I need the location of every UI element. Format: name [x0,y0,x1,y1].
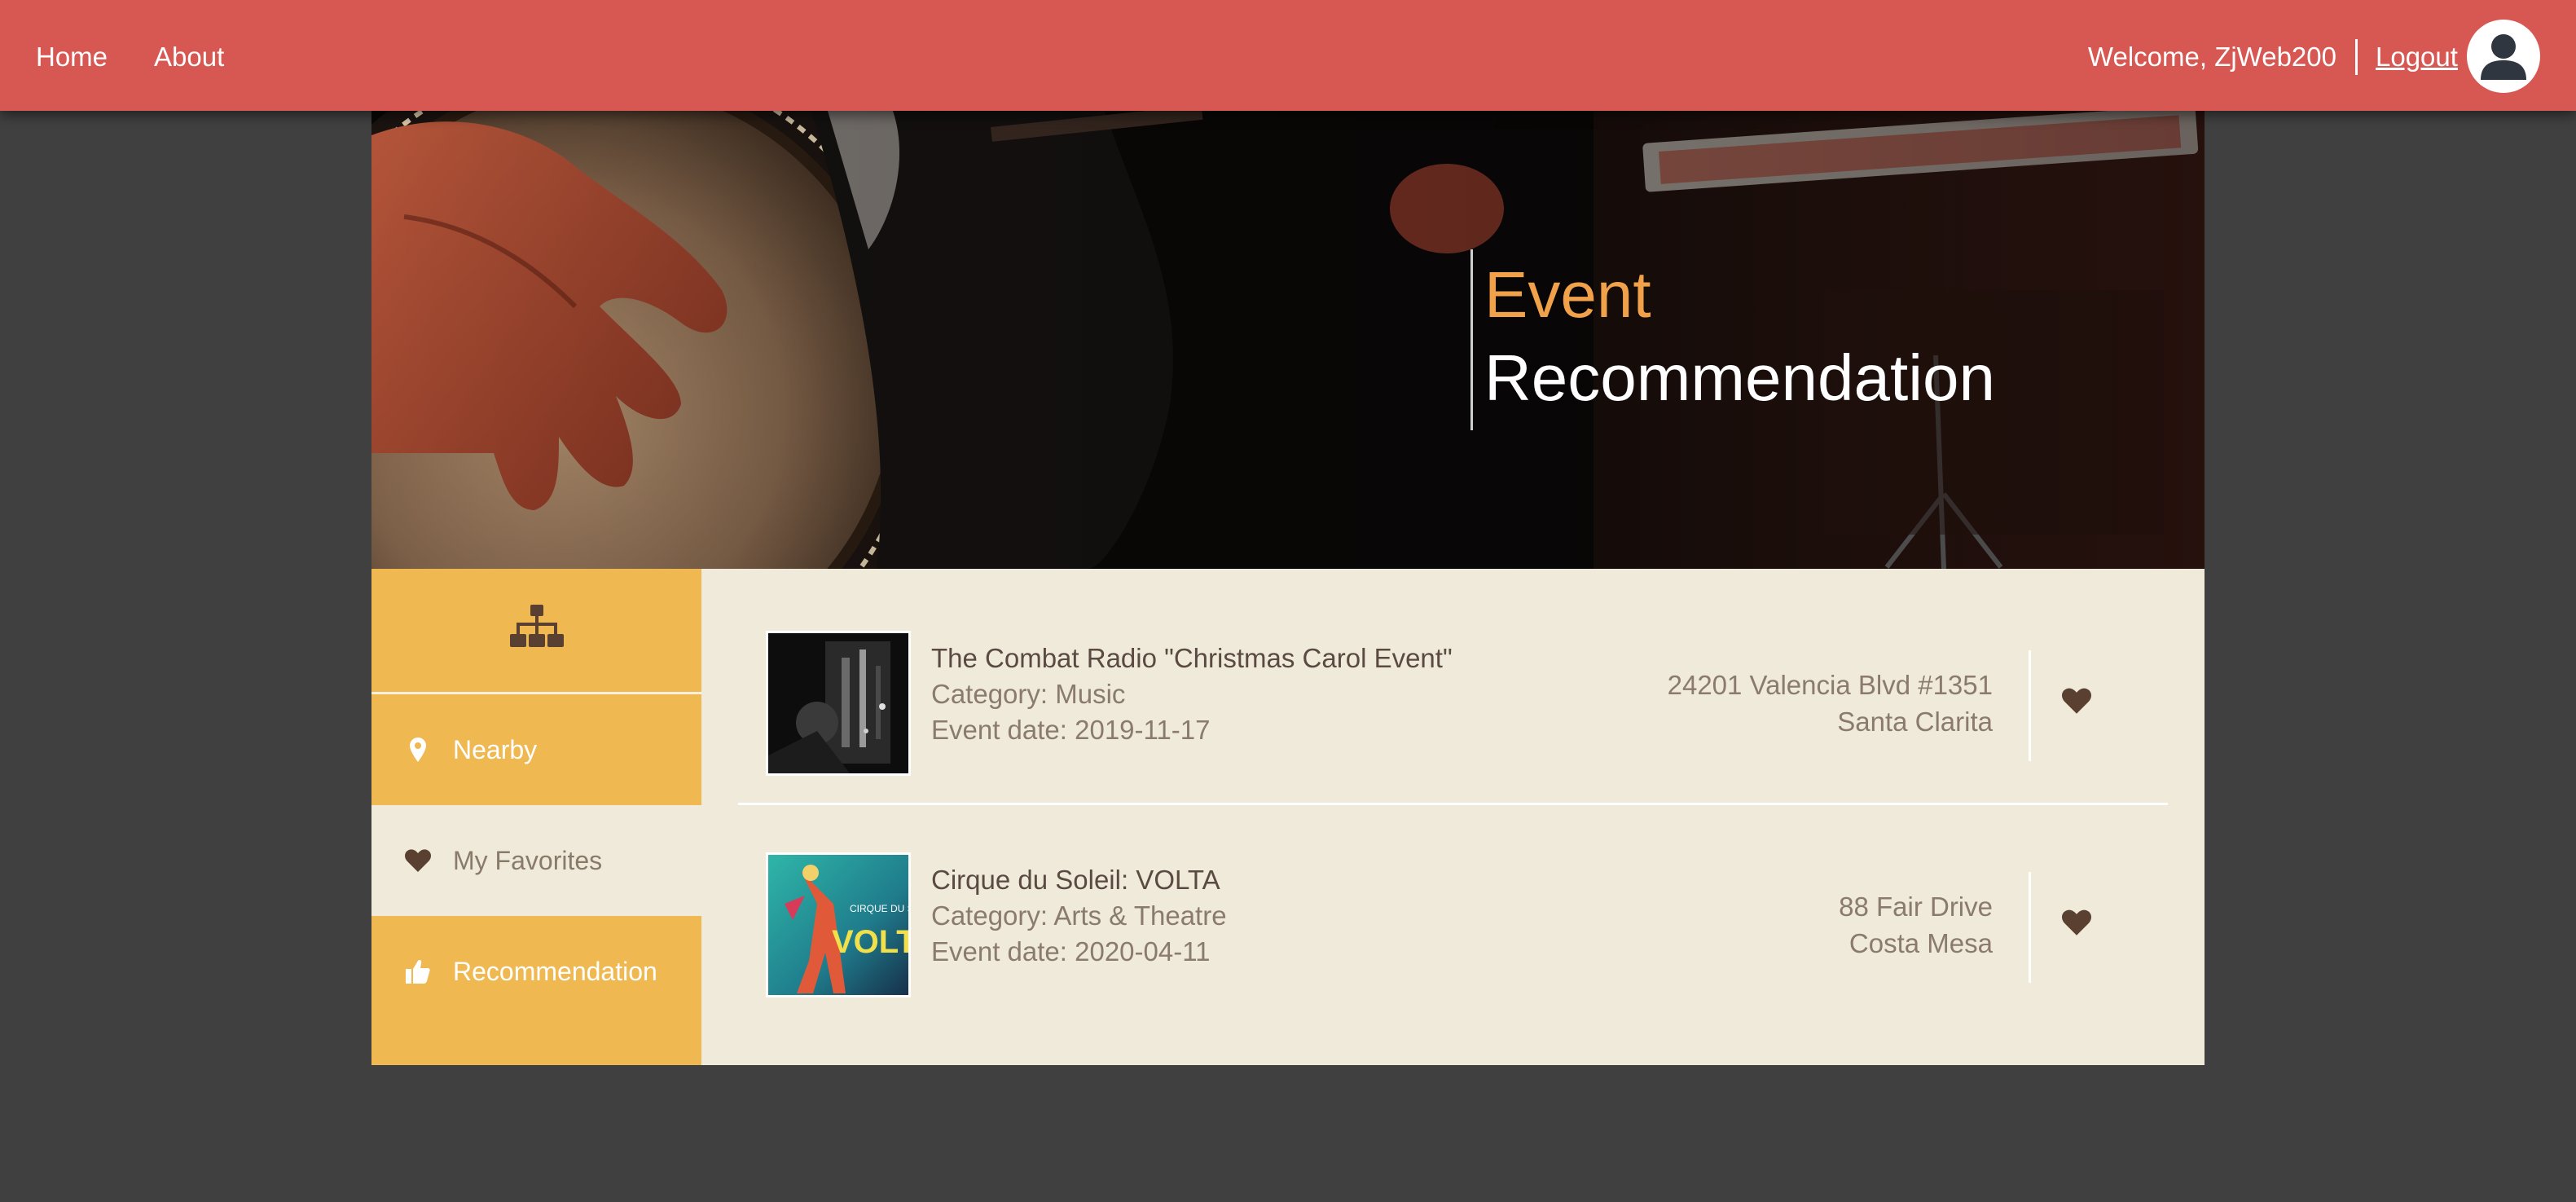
event-name[interactable]: Cirque du Soleil: VOLTA [931,862,1227,898]
item-divider [2029,872,2031,983]
event-thumbnail[interactable] [766,631,911,776]
favorite-heart-icon[interactable] [2062,688,2095,720]
svg-text:VOLTA: VOLTA [832,924,908,960]
list-item[interactable]: The Combat Radio "Christmas Carol Event"… [738,597,2168,805]
event-address: 24201 Valencia Blvd #1351 Santa Clarita [1668,667,1993,740]
event-address-line1: 88 Fair Drive [1839,892,1993,922]
sidebar-header[interactable] [371,569,701,694]
event-date: Event date: 2020-04-11 [931,936,1211,966]
event-list: The Combat Radio "Christmas Carol Event"… [701,569,2205,1065]
sidebar-item-label: Nearby [453,734,538,764]
event-thumbnail[interactable]: CIRQUE DU SOLEIL VOLTA [766,852,911,997]
hero-title-accent: Event [1484,258,1651,331]
sidebar-item-label: My Favorites [453,845,603,875]
favorite-heart-icon[interactable] [2062,909,2095,942]
map-marker-icon [404,736,432,764]
event-date: Event date: 2019-11-17 [931,715,1211,745]
top-nav-bar: Home About Welcome, ZjWeb200 Logout [0,0,2576,111]
list-item[interactable]: CIRQUE DU SOLEIL VOLTA Cirque du Soleil:… [738,818,2168,1027]
item-divider [2029,650,2031,761]
nav-about-link[interactable]: About [154,39,224,75]
sitemap-icon [509,605,564,656]
event-category: Category: Music [931,679,1126,709]
event-address-line2: Costa Mesa [1848,928,1993,958]
hero-title: Event Recommendation [1470,249,1995,430]
event-info: Cirque du Soleil: VOLTA Category: Arts &… [931,862,1227,970]
sidebar-item-nearby[interactable]: Nearby [371,694,701,805]
event-name[interactable]: The Combat Radio "Christmas Carol Event" [931,641,1453,676]
hero-banner: Event Recommendation [371,111,2205,569]
welcome-text: Welcome, ZjWeb200 [2087,42,2336,72]
sidebar-item-my-favorites[interactable]: My Favorites [371,805,701,916]
event-address-line2: Santa Clarita [1837,707,1993,737]
svg-text:CIRQUE DU SOLEIL: CIRQUE DU SOLEIL [850,903,908,914]
event-info: The Combat Radio "Christmas Carol Event"… [931,641,1453,748]
nav-home-link[interactable]: Home [36,39,108,75]
heart-icon [404,847,432,874]
user-avatar-icon[interactable] [2467,20,2540,93]
sidebar: Nearby My Favorites Recommendation [371,569,701,1065]
thumbs-up-icon [404,958,432,985]
logout-link[interactable]: Logout [2376,39,2458,75]
hero-title-main: Recommendation [1484,341,1995,414]
sidebar-item-label: Recommendation [453,956,657,986]
sidebar-item-recommendation[interactable]: Recommendation [371,916,701,1027]
event-address: 88 Fair Drive Costa Mesa [1839,888,1993,962]
event-category: Category: Arts & Theatre [931,900,1227,931]
event-address-line1: 24201 Valencia Blvd #1351 [1667,670,1993,700]
nav-divider [2355,39,2358,75]
